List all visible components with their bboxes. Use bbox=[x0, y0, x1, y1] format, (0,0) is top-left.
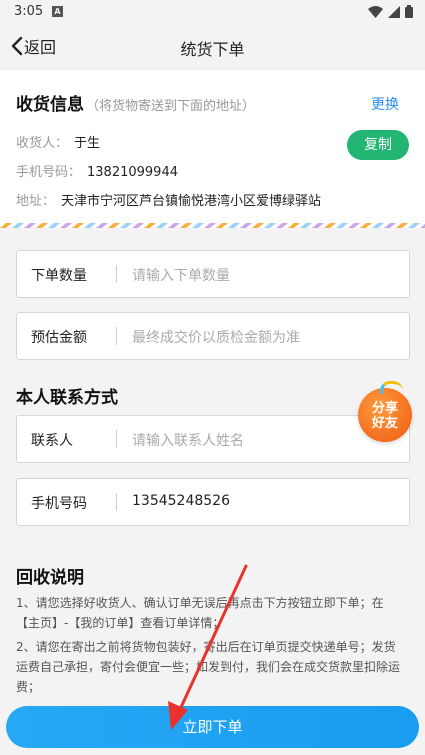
amount-value: 最终成交价以质检金额为准 bbox=[132, 330, 300, 346]
receiver-phone-value: 13821099944 bbox=[87, 165, 178, 180]
receiver-phone-label: 手机号码： bbox=[16, 165, 82, 180]
notes-item-1: 1、请您选择好收货人、确认订单无误后再点击下方按钮立即下单；在【主页】-【我的订… bbox=[16, 596, 384, 630]
share-line2: 好友 bbox=[371, 416, 398, 431]
quantity-label: 下单数量 bbox=[31, 268, 87, 284]
address-hint: （将货物寄送到下面的地址） bbox=[86, 99, 256, 114]
status-time: 3:05 bbox=[14, 4, 44, 19]
share-badge-text: 分享 好友 bbox=[358, 401, 412, 431]
status-bar: 3:05 A bbox=[0, 0, 425, 24]
copy-button[interactable]: 复制 bbox=[347, 130, 409, 160]
wifi-icon bbox=[368, 5, 383, 18]
address-heading: 收货信息 （将货物寄送到下面的地址） bbox=[16, 90, 255, 115]
signal-icon bbox=[388, 5, 400, 18]
address-row: 地址： 天津市宁河区芦台镇愉悦港湾小区爱博绿驿站 bbox=[16, 190, 321, 209]
airmail-stripe bbox=[0, 223, 425, 228]
change-address-link[interactable]: 更换 bbox=[371, 94, 399, 114]
field-divider bbox=[116, 430, 117, 448]
estimated-amount-field: 预估金额 最终成交价以质检金额为准 bbox=[16, 312, 410, 360]
share-friends-button[interactable]: 分享 好友 bbox=[358, 381, 412, 442]
notes-heading: 回收说明 bbox=[16, 568, 84, 588]
field-divider bbox=[116, 493, 117, 511]
receiver-value: 于生 bbox=[74, 136, 101, 151]
field-divider bbox=[116, 265, 117, 283]
address-heading-text: 收货信息 bbox=[16, 95, 84, 115]
status-icons bbox=[368, 5, 413, 18]
receiver-phone-row: 手机号码： 13821099944 bbox=[16, 161, 178, 180]
quantity-field[interactable]: 下单数量 请输入下单数量 bbox=[16, 250, 410, 298]
battery-icon bbox=[405, 5, 413, 18]
share-line1: 分享 bbox=[371, 401, 398, 416]
submit-order-button[interactable]: 立即下单 bbox=[6, 706, 419, 748]
navigation-bar: 返回 统货下单 bbox=[0, 24, 425, 68]
share-ribbon-icon bbox=[380, 381, 403, 394]
contact-phone-label: 手机号码 bbox=[31, 496, 87, 512]
notification-a-icon: A bbox=[52, 6, 63, 17]
contact-heading: 本人联系方式 bbox=[16, 388, 118, 408]
amount-label: 预估金额 bbox=[31, 330, 87, 346]
contact-phone-field[interactable]: 手机号码 13545248526 bbox=[16, 478, 410, 526]
receiver-label: 收货人： bbox=[16, 136, 69, 151]
field-divider bbox=[116, 327, 117, 345]
contact-name-field[interactable]: 联系人 请输入联系人姓名 bbox=[16, 415, 410, 463]
quantity-input[interactable]: 请输入下单数量 bbox=[132, 265, 230, 285]
receiver-row: 收货人： 于生 bbox=[16, 132, 100, 151]
notes-item-2: 2、请您在寄出之前将货物包装好，寄出后在订单页提交快递单号；发货运费自己承担，寄… bbox=[16, 640, 401, 694]
address-label: 地址： bbox=[16, 194, 56, 209]
shipping-address-card: 收货信息 （将货物寄送到下面的地址） 更换 收货人： 于生 手机号码： 1382109… bbox=[0, 70, 425, 228]
page-title: 统货下单 bbox=[180, 40, 245, 59]
address-value: 天津市宁河区芦台镇愉悦港湾小区爱博绿驿站 bbox=[61, 194, 322, 209]
contact-name-input[interactable]: 请输入联系人姓名 bbox=[132, 430, 244, 450]
contact-name-label: 联系人 bbox=[31, 433, 73, 449]
contact-phone-input[interactable]: 13545248526 bbox=[132, 493, 230, 509]
